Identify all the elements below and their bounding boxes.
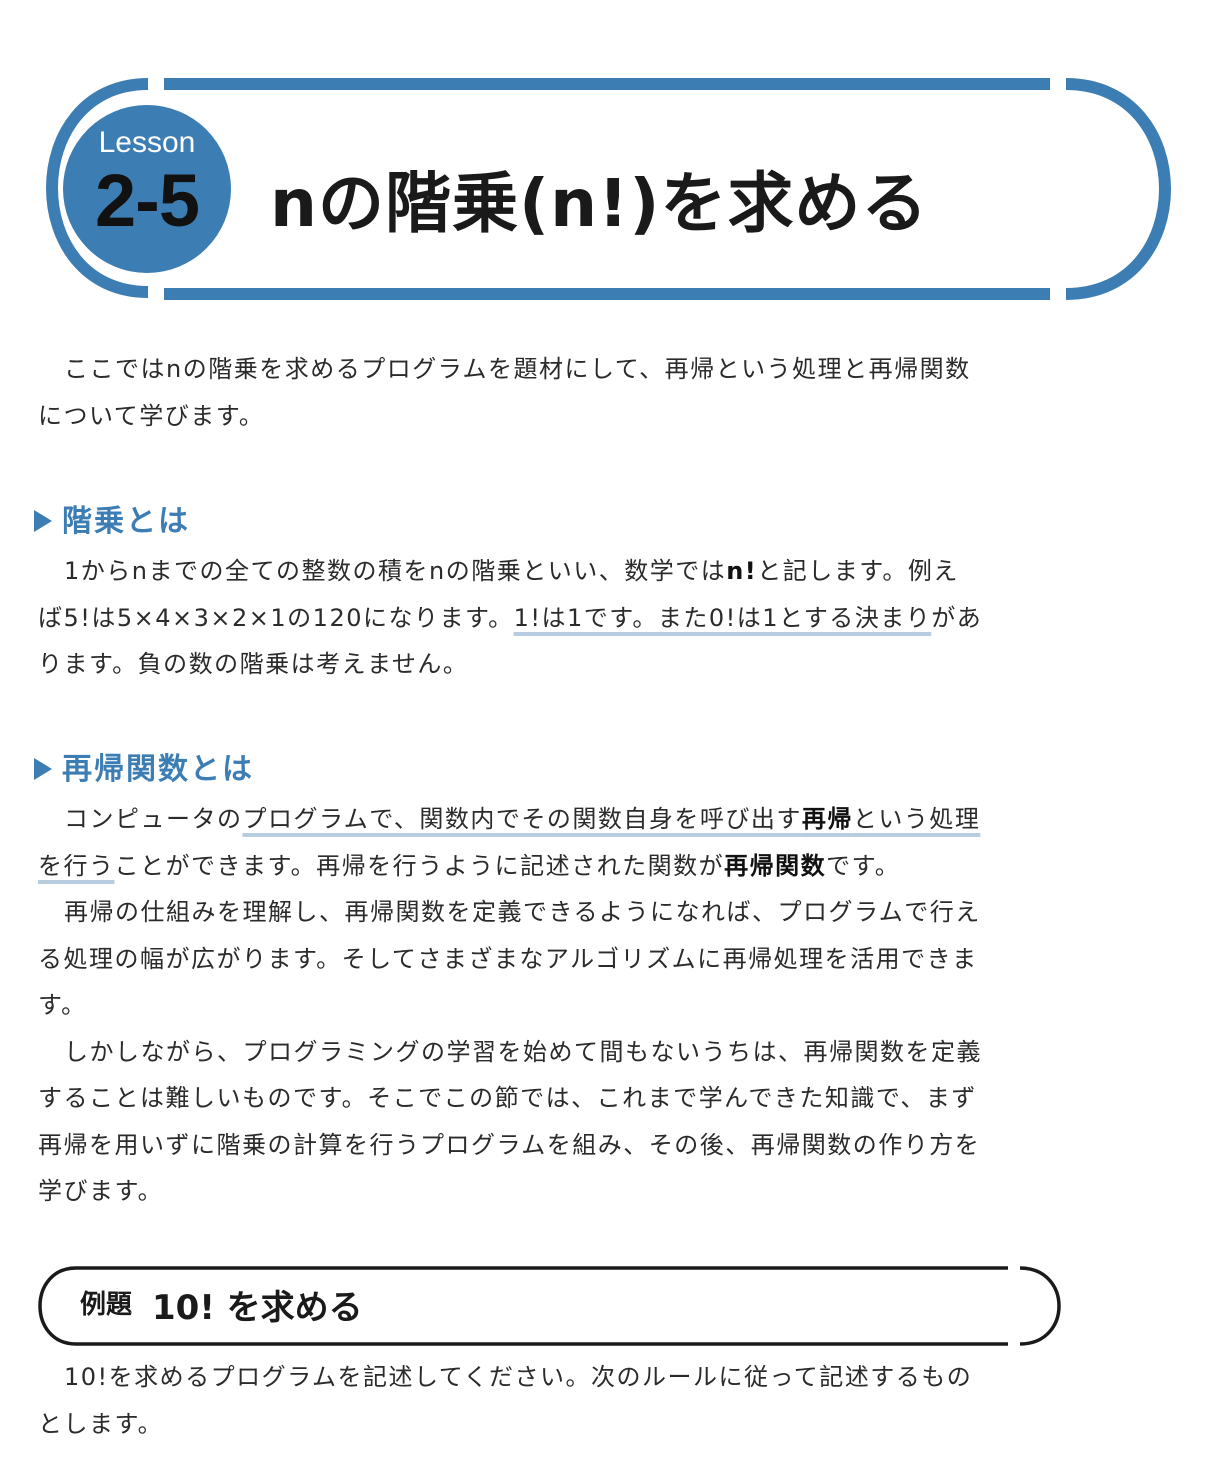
intro-line-2: について学びます。	[38, 401, 265, 430]
factorial-line-3: ります。負の数の階乗は考えません。	[38, 650, 469, 678]
bold-term: n!	[726, 557, 758, 585]
recursion-line-4: る処理の幅が広がります。そしてさまざまなアルゴリズムに再帰処理を活用できま	[38, 944, 978, 973]
highlighted-text: 1!は1です。また0!は1とする決まり	[513, 603, 932, 632]
text-span: 1からnまでの全ての整数の積をnの階乗といい、数学では	[64, 557, 727, 585]
recursion-paragraph: コンピュータのプログラムで、関数内でその関数自身を呼び出す再帰という処理 を行う…	[38, 796, 1028, 1215]
recursion-line-8: 再帰を用いずに階乗の計算を行うプログラムを組み、その後、再帰関数の作り方を	[38, 1130, 981, 1159]
section-heading-text: 階乗とは	[62, 504, 190, 539]
recursion-line-5: す。	[38, 991, 87, 1019]
page-title: nの階乗(n!)を求める	[270, 165, 929, 242]
section-heading-factorial: 階乗とは	[34, 496, 190, 540]
text-span: があ	[931, 603, 983, 632]
example-line-1: 10!を求めるプログラムを記述してください。次のルールに従って記述するもの	[64, 1363, 973, 1391]
recursion-line-6: しかしながら、プログラミングの学習を始めて間もないうちは、再帰関数を定義	[64, 1037, 982, 1066]
recursion-line-3: 再帰の仕組みを理解し、再帰関数を定義できるようになれば、プログラムで行え	[64, 898, 981, 926]
highlighted-text: プログラムで、関数内でその関数自身を呼び出す	[242, 805, 802, 833]
example-line-2: とします。	[38, 1409, 164, 1438]
recursion-line-1: コンピュータのプログラムで、関数内でその関数自身を呼び出す再帰という処理	[38, 796, 1028, 843]
factorial-paragraph: 1からnまでの全ての整数の積をnの階乗といい、数学ではn!と記します。例え ば5…	[38, 548, 1028, 688]
section-heading-text: 再帰関数とは	[62, 752, 254, 787]
lesson-label: Lesson	[98, 126, 196, 159]
example-label: 例題	[80, 1290, 133, 1320]
highlighted-text: を行う	[38, 851, 115, 880]
recursion-line-7: することは難しいものです。そこでこの節では、これまで学んできた知識で、まず	[38, 1084, 977, 1112]
bold-term: 再帰	[801, 805, 853, 833]
text-span: ことができます。再帰を行うように記述された関数が	[114, 851, 725, 880]
bold-term: 再帰関数	[724, 851, 827, 880]
example-paragraph: 10!を求めるプログラムを記述してください。次のルールに従って記述するもの とし…	[38, 1354, 1028, 1447]
text-span: ば5!は5×4×3×2×1の120になります。	[38, 603, 514, 632]
triangle-bullet-icon	[34, 510, 52, 532]
text-span: と記します。例え	[757, 557, 959, 585]
recursion-line-2: を行うことができます。再帰を行うように記述された関数が再帰関数です。	[38, 843, 1028, 890]
factorial-line-1: 1からnまでの全ての整数の積をnの階乗といい、数学ではn!と記します。例え	[38, 548, 1028, 595]
factorial-line-2: ば5!は5×4×3×2×1の120になります。1!は1です。また0!は1とする決…	[38, 595, 1028, 642]
highlighted-text: という処理	[852, 805, 981, 833]
example-title: 10! を求める	[152, 1288, 363, 1328]
section-heading-recursion: 再帰関数とは	[34, 744, 254, 788]
recursion-line-9: 学びます。	[38, 1177, 164, 1205]
text-span: コンピュータの	[64, 805, 243, 833]
lesson-number: 2-5	[95, 159, 200, 242]
intro-line-1: ここではnの階乗を求めるプログラムを題材にして、再帰という処理と再帰関数	[64, 355, 971, 383]
text-span: です。	[826, 851, 901, 880]
intro-paragraph: ここではnの階乗を求めるプログラムを題材にして、再帰という処理と再帰関数 につい…	[38, 346, 1028, 439]
triangle-bullet-icon	[34, 758, 52, 780]
